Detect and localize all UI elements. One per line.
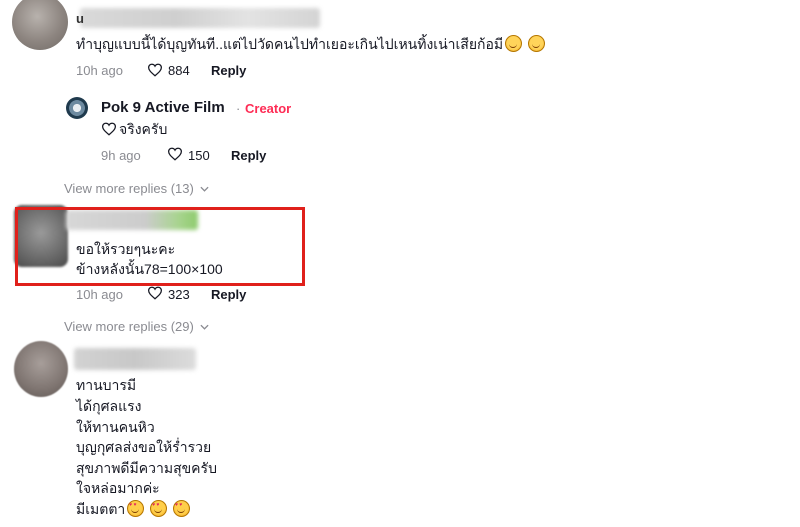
heart-outline-icon[interactable]: [147, 63, 163, 77]
chevron-down-icon: [200, 186, 210, 192]
comment-text-line: มีเมตตา: [76, 499, 191, 519]
timestamp: 10h ago: [76, 63, 123, 78]
reply-button[interactable]: Reply: [211, 287, 246, 302]
view-more-replies[interactable]: View more replies (29): [64, 319, 210, 334]
avatar[interactable]: [14, 341, 68, 397]
creator-avatar[interactable]: [66, 97, 88, 119]
comment-text-line: ให้ทานคนหิว: [76, 419, 155, 435]
avatar[interactable]: [12, 0, 68, 50]
comment-text: ทำบุญแบบนี้ได้บุญทันที..แต่ไปวัดคนไปทำเย…: [76, 34, 546, 54]
heart-eyes-emoji-icon: [173, 500, 191, 517]
comment-text-content: ทำบุญแบบนี้ได้บุญทันที..แต่ไปวัดคนไปทำเย…: [76, 36, 504, 52]
view-more-label: View more replies (13): [64, 181, 194, 196]
reply-text: จริงครับ: [119, 121, 168, 137]
like-count: 323: [168, 287, 190, 302]
comment-text-line: สุขภาพดีมีความสุขครับ: [76, 460, 217, 476]
comment-text-line: ใจหล่อมากค่ะ: [76, 480, 160, 496]
comment-text-line: บุญกุศลส่งขอให้ร่ำรวย: [76, 439, 212, 455]
username-visible-char: u: [76, 11, 84, 26]
reply-button[interactable]: Reply: [231, 148, 266, 163]
view-more-label: View more replies (29): [64, 319, 194, 334]
heart-outline-icon: [101, 122, 117, 136]
comment-text-line: ได้กุศลแรง: [76, 398, 142, 414]
smile-emoji-icon: [528, 35, 546, 52]
heart-eyes-emoji-icon: [127, 500, 145, 517]
creator-badge: Creator: [245, 101, 292, 116]
heart-outline-icon[interactable]: [147, 286, 163, 300]
username-blurred[interactable]: [74, 348, 196, 370]
highlight-box: [15, 207, 305, 286]
heart-eyes-emoji-icon: [150, 500, 168, 517]
timestamp: 10h ago: [76, 287, 123, 302]
chevron-down-icon: [200, 324, 210, 330]
comment-text-content: มีเมตตา: [76, 501, 126, 517]
view-more-replies[interactable]: View more replies (13): [64, 181, 210, 196]
comment-text-line: ทานบารมี: [76, 377, 137, 393]
heart-outline-icon[interactable]: [167, 147, 183, 161]
like-count: 150: [188, 148, 210, 163]
name-separator: ·: [236, 101, 241, 116]
creator-username[interactable]: Pok 9 Active Film: [101, 99, 225, 116]
smile-emoji-icon: [505, 35, 523, 52]
username-blurred[interactable]: [80, 8, 320, 28]
like-count: 884: [168, 63, 190, 78]
reply-button[interactable]: Reply: [211, 63, 246, 78]
timestamp: 9h ago: [101, 148, 141, 163]
